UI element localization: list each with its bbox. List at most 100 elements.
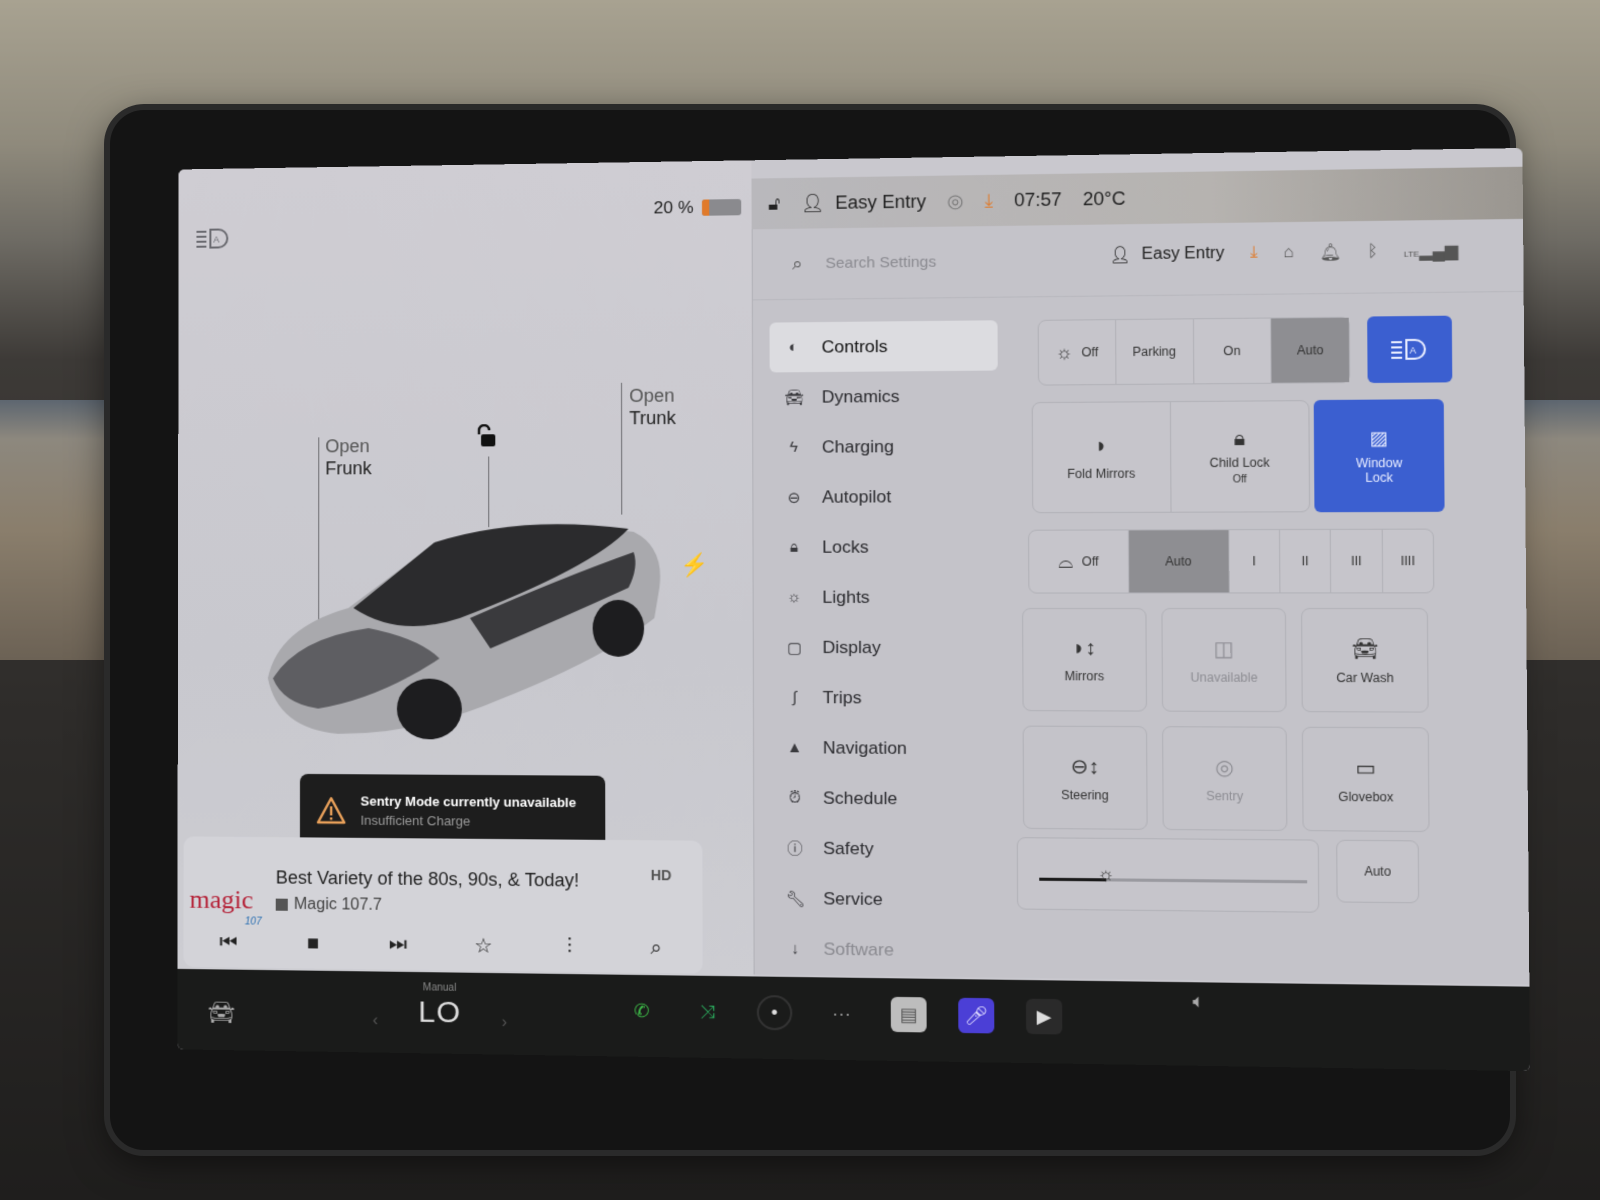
- fold-mirrors-button[interactable]: ◗ Fold Mirrors: [1032, 402, 1172, 513]
- previous-button[interactable]: ⏮: [213, 927, 243, 958]
- sidebar-item-schedule[interactable]: ⏰︎ Schedule: [771, 773, 1002, 825]
- settings-sidebar: ◐ Controls 🚘︎ Dynamics ϟ Charging ⊖ Autopilot 🔒︎…: [769, 320, 1003, 976]
- wiper-option-3[interactable]: I: [1228, 530, 1281, 593]
- shuffle-icon[interactable]: ⤨: [690, 994, 725, 1029]
- camera-icon: ◫: [1213, 637, 1234, 661]
- media-search-button[interactable]: ⌕: [641, 932, 672, 963]
- auto-high-beam-button[interactable]: A: [1367, 315, 1453, 384]
- window-lock-button[interactable]: ▨ Window Lock: [1313, 399, 1445, 513]
- climate-temperature[interactable]: LO: [379, 995, 501, 1031]
- car-wash-tile[interactable]: 🚘︎ Car Wash: [1301, 608, 1429, 713]
- sidebar-item-label: Safety: [823, 838, 874, 859]
- lock-status-icon[interactable]: 🔓︎: [768, 193, 780, 215]
- display-brightness-slider[interactable]: ☼: [1016, 837, 1320, 913]
- stop-icon: ■: [306, 931, 320, 955]
- equalizer-button[interactable]: ⫶: [554, 931, 585, 962]
- sidebar-item-navigation[interactable]: ▲ Navigation: [771, 722, 1002, 774]
- camera-icon[interactable]: •: [756, 994, 793, 1031]
- toast-title: Sentry Mode currently unavailable: [360, 793, 577, 811]
- favorite-button[interactable]: ☆: [468, 930, 499, 961]
- wiper-option-5[interactable]: III: [1331, 529, 1383, 593]
- wiper-option-4[interactable]: II: [1279, 529, 1332, 593]
- controls-tile-grid: ◗↕ Mirrors ◫ Unavailable 🚘︎ Car Wash ⊖↕ Steerin…: [1022, 608, 1430, 833]
- lock-icon: 🔒︎: [789, 538, 799, 556]
- next-button[interactable]: ⏭: [383, 929, 413, 960]
- download-icon[interactable]: ⤓: [1250, 244, 1258, 263]
- sidebar-item-trips[interactable]: ∫ Trips: [770, 672, 1001, 723]
- header-profile[interactable]: 👤︎ Easy Entry: [1109, 244, 1224, 266]
- wiper-option-2[interactable]: Auto: [1128, 530, 1230, 593]
- sidebar-item-label: Lights: [822, 586, 870, 607]
- lte-signal-icon: LTE▂▄▆: [1403, 242, 1459, 261]
- charge-port-lightning-icon[interactable]: ⚡: [680, 552, 708, 579]
- sidebar-item-display[interactable]: ▢ Display: [770, 622, 1001, 673]
- karaoke-icon[interactable]: 🎤︎: [958, 997, 995, 1034]
- more-icon[interactable]: ···: [824, 996, 860, 1032]
- car-icon: 🚘︎: [784, 388, 805, 407]
- sidebar-item-safety[interactable]: ⓘ Safety: [771, 823, 1002, 875]
- temp-up-chevron-icon[interactable]: ›: [502, 1014, 507, 1032]
- headlight-option-off[interactable]: ☼ Off: [1038, 320, 1117, 385]
- phone-icon[interactable]: ✆: [624, 993, 659, 1028]
- trunk-label-bottom: Trunk: [629, 407, 676, 429]
- glovebox-tile[interactable]: ▭ Glovebox: [1302, 726, 1430, 833]
- bluetooth-icon[interactable]: ᛒ: [1367, 243, 1378, 262]
- wiper-option-1[interactable]: ⌓ Off: [1029, 530, 1130, 593]
- clock: 07:57: [1014, 188, 1062, 210]
- hd-radio-icon: HD: [650, 866, 672, 884]
- wiper-option-label: Auto: [1165, 554, 1192, 569]
- radio-icon[interactable]: ▤: [890, 996, 927, 1033]
- sidebar-item-lights[interactable]: ☼ Lights: [770, 572, 1001, 622]
- homelink-icon[interactable]: ⌂: [1283, 244, 1294, 263]
- frunk-label-bottom: Frunk: [325, 458, 372, 479]
- navigation-arrow-icon: ▲: [786, 738, 803, 757]
- sidebar-item-controls[interactable]: ◐ Controls: [769, 320, 998, 373]
- open-frunk-button[interactable]: Open Frunk: [325, 435, 371, 479]
- wiper-option-label: IIII: [1400, 553, 1416, 569]
- temp-down-chevron-icon[interactable]: ‹: [373, 1012, 378, 1030]
- headlight-option-on[interactable]: On: [1193, 318, 1272, 384]
- brightness-track[interactable]: [1039, 877, 1308, 884]
- alarm-bell-icon[interactable]: 🔔︎: [1320, 242, 1342, 263]
- sentry-tile: ◎ Sentry: [1161, 726, 1288, 831]
- sidebar-item-label: Autopilot: [822, 486, 892, 507]
- settings-search-input[interactable]: [825, 243, 1068, 280]
- battery-fill: [701, 199, 710, 216]
- window-lock-label-1: Window: [1355, 455, 1403, 470]
- sidebar-item-locks[interactable]: 🔒︎ Locks: [770, 522, 1001, 573]
- volume-icon[interactable]: 🔈︎: [1193, 991, 1205, 1013]
- wiper-option-label: I: [1252, 553, 1256, 569]
- open-trunk-button[interactable]: Open Trunk: [629, 384, 676, 429]
- mirrors-tile[interactable]: ◗↕ Mirrors: [1022, 608, 1147, 712]
- sidebar-item-autopilot[interactable]: ⊖ Autopilot: [770, 471, 1001, 522]
- wiper-option-6[interactable]: IIII: [1382, 530, 1433, 593]
- download-arrow-icon: ↓: [791, 939, 800, 958]
- steering-tile[interactable]: ⊖↕ Steering: [1022, 725, 1148, 830]
- stop-button[interactable]: ■: [298, 928, 328, 959]
- brightness-auto-button[interactable]: Auto: [1336, 839, 1420, 904]
- outside-temperature: 20°C: [1082, 187, 1126, 209]
- sidebar-item-software[interactable]: ↓ Software: [771, 923, 1002, 976]
- wiper-option-label: III: [1350, 553, 1362, 569]
- search-icon: ⌕: [650, 935, 662, 959]
- driver-profile[interactable]: 👤︎ Easy Entry: [801, 191, 926, 214]
- battery-status: 20 %: [654, 197, 741, 219]
- sidebar-item-dynamics[interactable]: 🚘︎ Dynamics: [770, 371, 1000, 423]
- child-lock-button[interactable]: 🔒︎ Child Lock Off: [1170, 401, 1309, 512]
- download-icon[interactable]: ⤓: [985, 190, 993, 212]
- theater-icon[interactable]: ▶: [1025, 998, 1063, 1035]
- sidebar-item-label: Trips: [822, 687, 862, 707]
- car-3d-model[interactable]: [258, 506, 665, 750]
- svg-text:A: A: [213, 234, 219, 244]
- brightness-sun-icon[interactable]: ☼: [1097, 864, 1115, 886]
- unlock-icon[interactable]: [475, 424, 497, 448]
- headlight-option-auto[interactable]: Auto: [1271, 317, 1350, 383]
- car-menu-icon[interactable]: 🚘︎: [207, 999, 235, 1026]
- sidebar-item-service[interactable]: 🔧︎ Service: [771, 873, 1002, 926]
- sentry-icon[interactable]: ◎: [947, 190, 964, 212]
- sidebar-item-charging[interactable]: ϟ Charging: [770, 421, 1001, 472]
- headlight-option-parking[interactable]: Parking: [1115, 319, 1194, 384]
- mirror-adjust-icon: ◗↕: [1072, 636, 1096, 660]
- next-icon: ⏭: [388, 932, 408, 956]
- display-icon: ▢: [786, 639, 802, 657]
